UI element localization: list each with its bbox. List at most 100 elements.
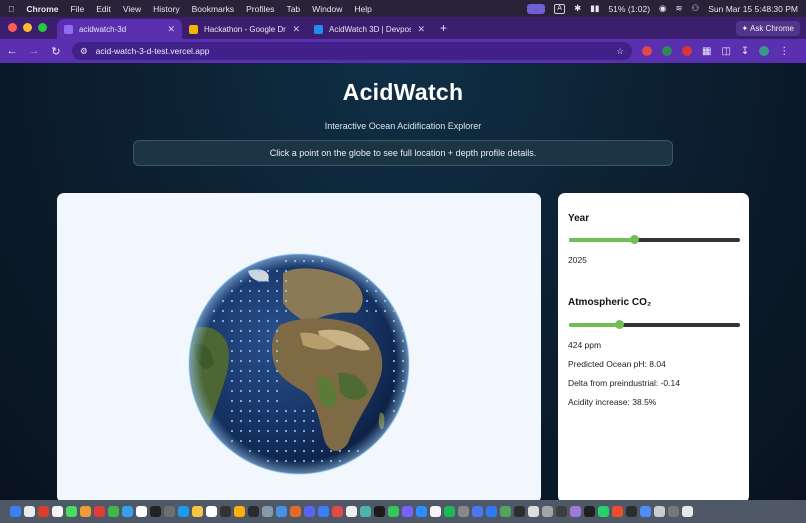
dock-app-icon[interactable] (486, 506, 497, 517)
dock-app-icon[interactable] (640, 506, 651, 517)
site-info-icon[interactable]: ⚙ (80, 46, 88, 57)
dock-app-icon[interactable] (360, 506, 371, 517)
menu-file[interactable]: File (71, 4, 85, 14)
dock-app-icon[interactable] (262, 506, 273, 517)
dock-app-icon[interactable] (570, 506, 581, 517)
dock-app-icon[interactable] (626, 506, 637, 517)
dock-app-icon[interactable] (192, 506, 203, 517)
dock-app-icon[interactable] (374, 506, 385, 517)
dock-app-icon[interactable] (122, 506, 133, 517)
control-center-icon[interactable]: ⚇ (692, 3, 700, 14)
extensions-puzzle-icon[interactable]: ▦ (702, 46, 711, 57)
close-tab-icon[interactable]: ✕ (292, 24, 300, 35)
dock-app-icon[interactable] (80, 506, 91, 517)
dock-app-icon[interactable] (416, 506, 427, 517)
year-slider-thumb[interactable] (629, 235, 639, 244)
dock-app-icon[interactable] (234, 506, 245, 517)
dock-app-icon[interactable] (514, 506, 525, 517)
profile-avatar-icon[interactable] (759, 46, 770, 56)
dock-app-icon[interactable] (108, 506, 119, 517)
wifi-icon[interactable]: ≋ (675, 3, 682, 14)
menu-tab[interactable]: Tab (286, 4, 300, 14)
dock-app-icon[interactable] (290, 506, 301, 517)
apple-icon[interactable]:  (8, 4, 14, 14)
co2-slider[interactable] (569, 320, 740, 329)
menu-window[interactable]: Window (312, 4, 342, 14)
url-text[interactable]: acid-watch-3-d-test.vercel.app (96, 46, 609, 56)
dock-app-icon[interactable] (444, 506, 455, 517)
dock-app-icon[interactable] (318, 506, 329, 517)
globe-panel[interactable] (57, 193, 541, 503)
tab-google-drive[interactable]: Hackathon - Google Drive ✕ (182, 19, 307, 39)
close-tab-icon[interactable]: ✕ (167, 24, 175, 35)
dock-app-icon[interactable] (682, 506, 693, 517)
co2-slider-thumb[interactable] (614, 320, 624, 329)
dock-app-icon[interactable] (500, 506, 511, 517)
menu-view[interactable]: View (123, 4, 141, 14)
ask-chrome-button[interactable]: ✦ Ask Chrome (735, 21, 800, 36)
dock-app-icon[interactable] (584, 506, 595, 517)
address-bar[interactable]: ⚙ acid-watch-3-d-test.vercel.app ☆ (72, 42, 632, 60)
chrome-menu-icon[interactable]: ⋮ (779, 46, 789, 57)
dock-app-icon[interactable] (388, 506, 399, 517)
dock-app-icon[interactable] (10, 506, 21, 517)
dock-app-icon[interactable] (402, 506, 413, 517)
dock-app-icon[interactable] (276, 506, 287, 517)
menu-profiles[interactable]: Profiles (246, 4, 274, 14)
dock-app-icon[interactable] (38, 506, 49, 517)
dock-app-icon[interactable] (332, 506, 343, 517)
dock-app-icon[interactable] (542, 506, 553, 517)
tab-acidwatch-3d[interactable]: acidwatch-3d ✕ (57, 19, 182, 39)
3d-globe[interactable] (188, 253, 410, 475)
menu-chrome[interactable]: Chrome (26, 4, 58, 14)
dock-app-icon[interactable] (66, 506, 77, 517)
menu-history[interactable]: History (153, 4, 179, 14)
dock-app-icon[interactable] (528, 506, 539, 517)
siri-icon[interactable]: ◉ (659, 3, 666, 14)
dock-app-icon[interactable] (458, 506, 469, 517)
bluetooth-icon[interactable]: ✱ (574, 3, 581, 14)
dock-app-icon[interactable] (598, 506, 609, 517)
bookmark-star-icon[interactable]: ☆ (616, 46, 624, 57)
tab-devpost[interactable]: AcidWatch 3D | Devpost ✕ (307, 19, 432, 39)
dock-app-icon[interactable] (178, 506, 189, 517)
dock-app-icon[interactable] (94, 506, 105, 517)
dock-app-icon[interactable] (472, 506, 483, 517)
reload-icon[interactable]: ↻ (50, 45, 62, 58)
new-tab-button[interactable]: + (432, 21, 455, 39)
dock-app-icon[interactable] (248, 506, 259, 517)
close-tab-icon[interactable]: ✕ (417, 24, 425, 35)
dock-app-icon[interactable] (430, 506, 441, 517)
dock-app-icon[interactable] (668, 506, 679, 517)
dock-app-icon[interactable] (164, 506, 175, 517)
forward-arrow-icon[interactable]: → (28, 45, 40, 57)
zoom-window-button[interactable] (38, 23, 47, 32)
extension-green-icon[interactable] (662, 46, 672, 56)
side-panel-icon[interactable]: ◫ (721, 46, 730, 57)
dock-app-icon[interactable] (52, 506, 63, 517)
input-source-icon[interactable]: A (554, 3, 565, 14)
year-slider[interactable] (569, 235, 740, 244)
battery-icon[interactable]: ▮▮ (590, 3, 599, 14)
extension-red-icon[interactable] (642, 46, 652, 56)
close-window-button[interactable] (8, 23, 17, 32)
dock-app-icon[interactable] (150, 506, 161, 517)
minimize-window-button[interactable] (23, 23, 32, 32)
menu-bookmarks[interactable]: Bookmarks (192, 4, 235, 14)
menu-edit[interactable]: Edit (96, 4, 111, 14)
dock-app-icon[interactable] (136, 506, 147, 517)
dock-app-icon[interactable] (612, 506, 623, 517)
dock-app-icon[interactable] (304, 506, 315, 517)
extension-shield-icon[interactable] (682, 46, 692, 56)
menu-help[interactable]: Help (354, 4, 371, 14)
dock-app-icon[interactable] (24, 506, 35, 517)
dock-app-icon[interactable] (220, 506, 231, 517)
download-icon[interactable]: ↧ (741, 46, 749, 57)
menubar-clock[interactable]: Sun Mar 15 5:48:30 PM (708, 4, 798, 14)
dock-app-icon[interactable] (346, 506, 357, 517)
dock-app-icon[interactable] (556, 506, 567, 517)
dock-app-icon[interactable] (654, 506, 665, 517)
dock-app-icon[interactable] (206, 506, 217, 517)
screen-share-icon[interactable] (527, 3, 546, 14)
back-arrow-icon[interactable]: ← (6, 45, 18, 57)
